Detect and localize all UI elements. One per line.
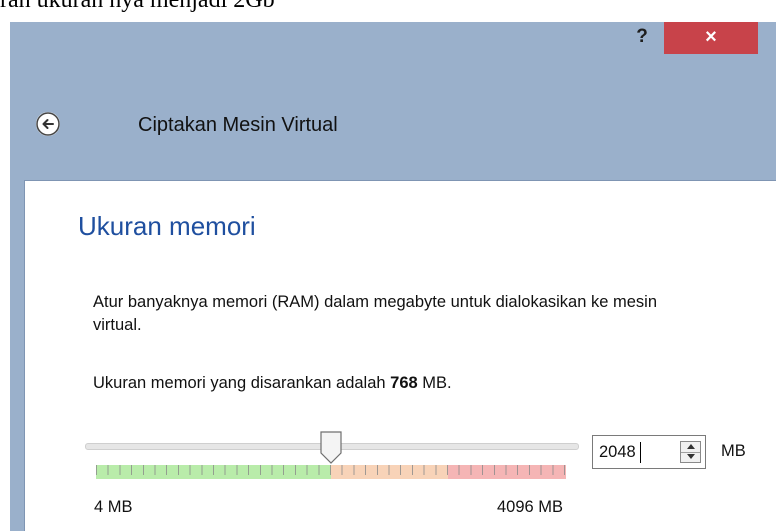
max-memory-label: 4096 MB: [497, 498, 564, 516]
memory-unit-label: MB: [721, 442, 746, 460]
recommend-prefix: Ukuran memori yang disarankan adalah: [93, 374, 391, 392]
wizard-title: Ciptakan Mesin Virtual: [138, 114, 338, 136]
wizard-page: Ukuran memori Atur banyaknya memori (RAM…: [24, 180, 776, 531]
memory-spinbox[interactable]: 2048: [592, 435, 706, 469]
back-button[interactable]: [36, 112, 60, 136]
memory-slider[interactable]: [85, 431, 579, 464]
recommend-unit: MB.: [417, 374, 452, 392]
background-text: ran ukuran hya menjadi 2Gb: [0, 0, 275, 13]
min-memory-label: 4 MB: [94, 498, 133, 516]
help-button[interactable]: ?: [628, 22, 656, 52]
page-description: Atur banyaknya memori (RAM) dalam megaby…: [93, 293, 657, 334]
back-arrow-icon: [36, 112, 60, 136]
text-caret: [640, 442, 641, 463]
page-title: Ukuran memori: [78, 211, 256, 241]
background-text-fragment: ran ukuran hya menjadi 2Gb: [0, 0, 776, 22]
memory-input[interactable]: 2048: [599, 443, 636, 462]
wizard-window: ? × Ciptakan Mesin Virtual Ukuran memori…: [10, 22, 776, 531]
range-ticks: [96, 465, 566, 475]
spin-buttons[interactable]: [680, 441, 701, 463]
slider-handle[interactable]: [319, 431, 343, 465]
close-button[interactable]: ×: [664, 22, 758, 54]
memory-range-indicator: [96, 465, 566, 479]
spin-down-button[interactable]: [681, 452, 700, 462]
recommended-memory-text: Ukuran memori yang disarankan adalah 768…: [93, 374, 452, 393]
recommend-value: 768: [390, 374, 418, 392]
